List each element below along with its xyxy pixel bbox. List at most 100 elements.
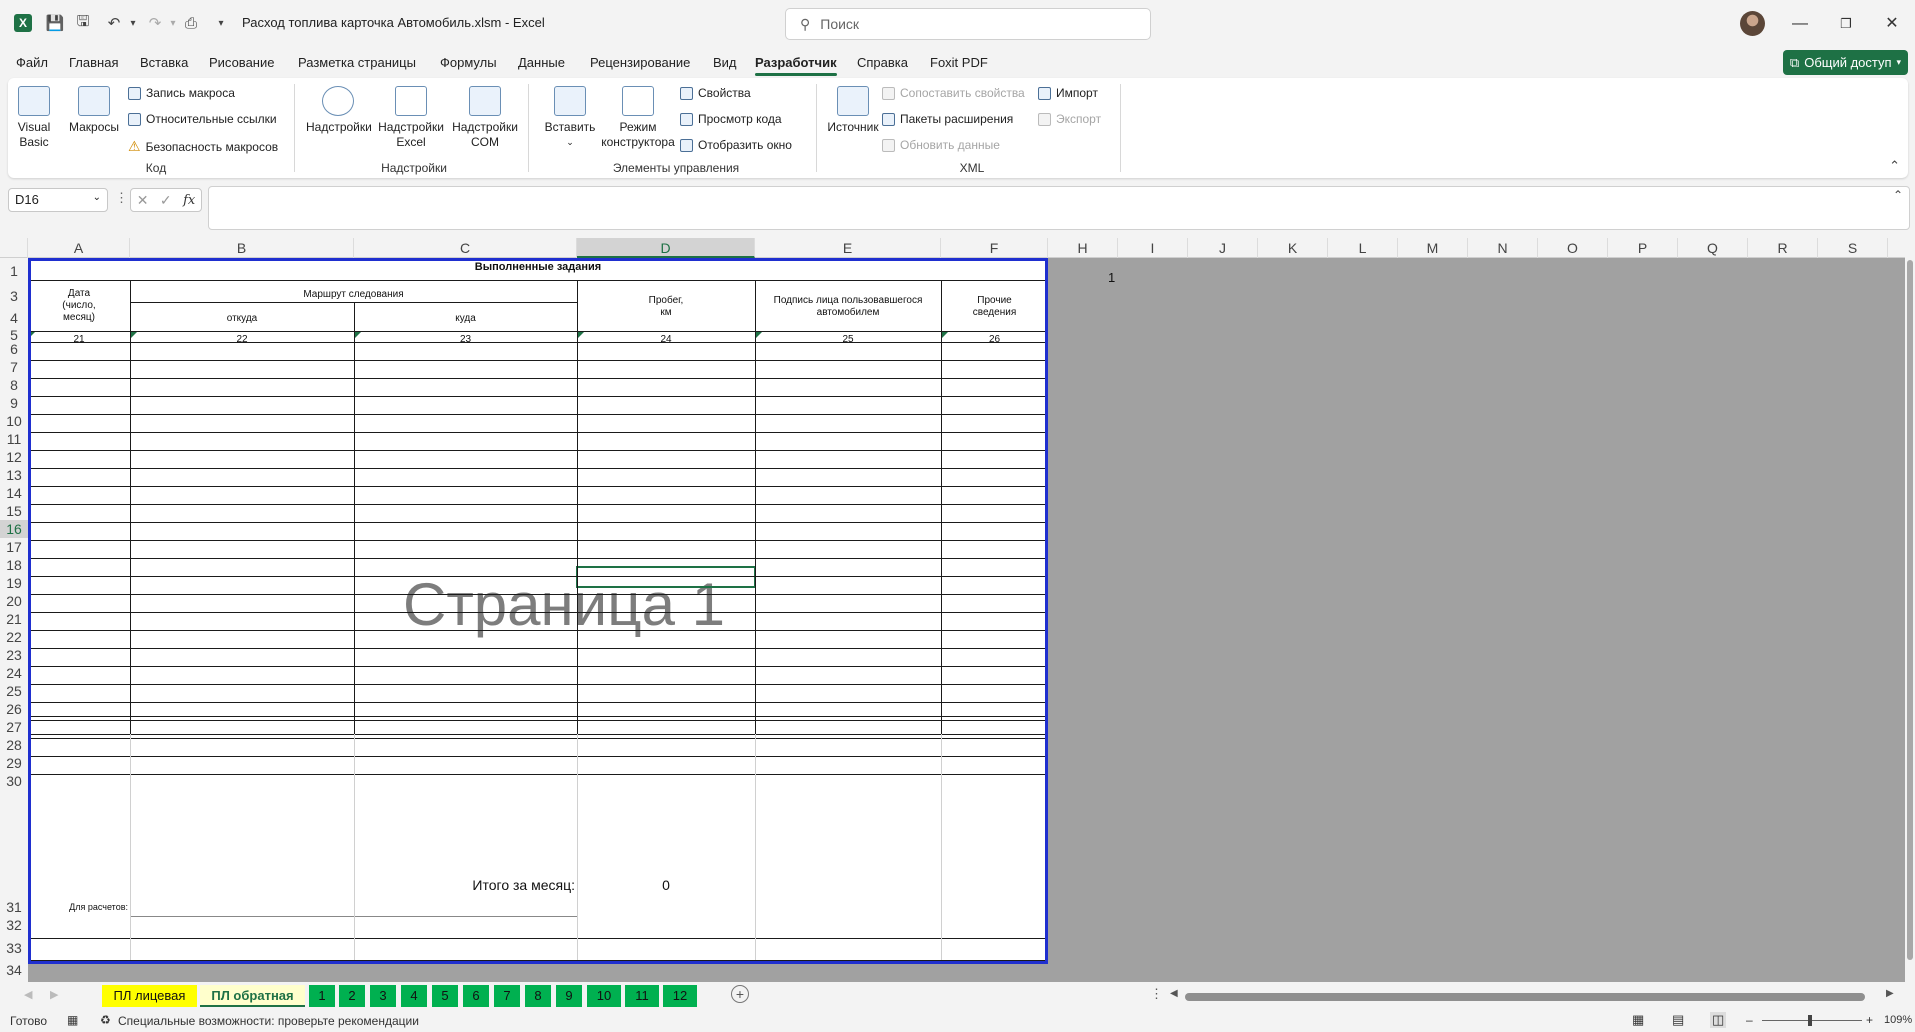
column-header[interactable]: J [1188,238,1258,258]
row-header[interactable]: 8 [0,376,28,394]
row-header[interactable]: 11 [0,430,28,448]
close-button[interactable]: ✕ [1877,10,1907,38]
row-header[interactable]: 14 [0,484,28,502]
insert-function-icon[interactable]: fx [183,193,195,208]
run-dialog-button[interactable]: Отобразить окно [680,138,792,152]
tab-developer[interactable]: Разработчик [755,55,837,76]
sheet-tab[interactable]: 4 [401,985,427,1007]
sheet-tab[interactable]: 3 [370,985,396,1007]
column-header[interactable]: K [1258,238,1328,258]
tab-draw[interactable]: Рисование [209,55,274,70]
tab-formulas[interactable]: Формулы [440,55,497,70]
restore-button[interactable]: ❐ [1831,10,1861,38]
refresh-data-button[interactable]: Обновить данные [882,138,1000,152]
row-header[interactable]: 24 [0,664,28,682]
sheet-tab[interactable]: 2 [339,985,365,1007]
row-header[interactable]: 34 [0,959,28,982]
properties-button[interactable]: Свойства [680,86,751,100]
column-header[interactable]: S [1818,238,1888,258]
save-icon[interactable]: 💾 [44,12,66,34]
vertical-scrollbar[interactable] [1905,242,1915,982]
print-icon[interactable]: ⎙ [180,12,202,34]
column-header[interactable]: R [1748,238,1818,258]
row-header[interactable]: 27 [0,718,28,736]
sheet-tab[interactable]: 11 [625,985,659,1007]
row-header[interactable]: 18 [0,556,28,574]
undo-dropdown-icon[interactable]: ▾ [122,12,144,34]
map-properties-button[interactable]: Сопоставить свойства [882,86,1025,100]
row-header[interactable]: 26 [0,700,28,718]
row-header[interactable]: 29 [0,754,28,772]
row-header[interactable]: 7 [0,358,28,376]
sheet-tab[interactable]: ПЛ лицевая [102,985,197,1007]
column-header[interactable]: I [1118,238,1188,258]
column-header[interactable]: N [1468,238,1538,258]
sheet-tab[interactable]: 7 [494,985,520,1007]
design-mode-button[interactable]: Режим конструктора [594,86,682,150]
relative-refs-button[interactable]: Относительные ссылки [128,112,277,126]
minimize-button[interactable]: — [1785,10,1815,38]
user-avatar[interactable] [1740,11,1765,36]
row-header[interactable]: 21 [0,610,28,628]
horizontal-scrollbar[interactable] [1175,993,1895,1001]
insert-control-button[interactable]: Вставить ⌄ [538,86,602,150]
row-header[interactable]: 12 [0,448,28,466]
zoom-slider-thumb[interactable] [1808,1015,1812,1026]
column-header[interactable]: L [1328,238,1398,258]
row-header[interactable]: 13 [0,466,28,484]
confirm-icon[interactable]: ✓ [160,192,172,209]
collapse-ribbon-icon[interactable]: ⌃ [1889,158,1900,174]
page-layout-view-icon[interactable]: ▤ [1672,1012,1684,1028]
column-header[interactable]: E [755,238,941,258]
tab-foxit-pdf[interactable]: Foxit PDF [930,55,988,70]
sheet-tab[interactable]: 1 [309,985,335,1007]
add-sheet-icon[interactable]: + [731,985,749,1003]
accessibility-icon[interactable]: ♻ [100,1013,111,1027]
row-header[interactable]: 19 [0,574,28,592]
row-header[interactable]: 31 [0,900,28,914]
prev-sheet-icon[interactable]: ◀ [24,988,32,1001]
row-header[interactable]: 23 [0,646,28,664]
tab-review[interactable]: Рецензирование [590,55,690,70]
sheet-tab[interactable]: 12 [663,985,697,1007]
tab-view[interactable]: Вид [713,55,737,70]
view-code-button[interactable]: Просмотр кода [680,112,782,126]
row-header[interactable]: 33 [0,937,28,959]
row-header[interactable]: 20 [0,592,28,610]
tab-insert[interactable]: Вставка [140,55,188,70]
zoom-level[interactable]: 109% [1884,1014,1912,1026]
column-header[interactable]: Q [1678,238,1748,258]
macro-recording-icon[interactable]: ▦ [67,1013,78,1027]
cancel-icon[interactable]: ✕ [137,192,149,209]
column-header[interactable]: H [1048,238,1118,258]
record-macro-button[interactable]: Запись макроса [128,86,235,100]
scroll-thumb[interactable] [1185,993,1865,1001]
more-options-icon[interactable]: ⋮ [1150,986,1163,1002]
zoom-slider[interactable] [1762,1020,1862,1021]
tab-file[interactable]: Файл [16,55,48,70]
save-as-icon[interactable]: 🖫 [72,12,94,34]
accessibility-status[interactable]: Специальные возможности: проверьте реком… [118,1014,419,1028]
row-header[interactable]: 17 [0,538,28,556]
export-button[interactable]: Экспорт [1038,112,1101,126]
tab-page-layout[interactable]: Разметка страницы [298,55,416,70]
column-header[interactable]: B [130,238,354,258]
zoom-in-icon[interactable]: + [1866,1013,1873,1027]
row-header[interactable]: 9 [0,394,28,412]
row-header[interactable]: 3 [0,285,28,307]
name-box[interactable]: D16 ⌄ [8,188,108,212]
column-header[interactable]: M [1398,238,1468,258]
row-header[interactable]: 32 [0,913,28,937]
row-header[interactable]: 22 [0,628,28,646]
expand-formula-icon[interactable]: ⌃ [1893,188,1903,202]
sheet-tab[interactable]: 9 [556,985,582,1007]
row-header[interactable]: 25 [0,682,28,700]
share-button[interactable]: ⧉ Общий доступ ▾ [1783,50,1908,75]
row-header[interactable]: 6 [0,340,28,358]
tab-home[interactable]: Главная [69,55,118,70]
row-header[interactable]: 10 [0,412,28,430]
formula-input[interactable] [208,186,1910,230]
macro-security-button[interactable]: ⚠ Безопасность макросов [128,138,278,155]
row-header[interactable]: 30 [0,772,28,790]
sheet-tab[interactable]: 8 [525,985,551,1007]
